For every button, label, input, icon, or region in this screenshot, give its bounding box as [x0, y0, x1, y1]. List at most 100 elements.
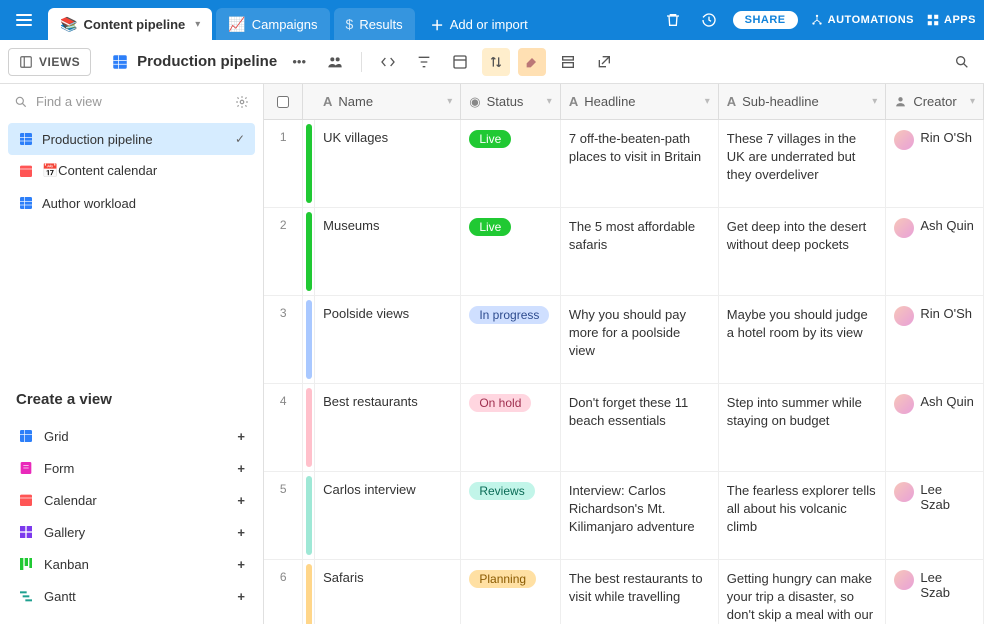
- cell-headline[interactable]: Interview: Carlos Richardson's Mt. Kilim…: [561, 472, 719, 559]
- cell-status[interactable]: Reviews: [461, 472, 561, 559]
- tab-results[interactable]: $ Results: [334, 8, 415, 40]
- cell-headline[interactable]: 7 off-the-beaten-path places to visit in…: [561, 120, 719, 207]
- creator-name: Ash Quin: [920, 394, 973, 409]
- create-kanban-button[interactable]: Kanban+: [16, 548, 247, 580]
- column-status[interactable]: ◉ Status ▾: [461, 84, 561, 119]
- view-title[interactable]: Production pipeline: [111, 53, 277, 71]
- cell-headline[interactable]: The best restaurants to visit while trav…: [561, 560, 719, 624]
- data-grid[interactable]: A Name ▾ ◉ Status ▾ A Headline ▾ A Sub-h…: [264, 84, 984, 624]
- history-icon: [701, 12, 717, 28]
- cell-status[interactable]: Live: [461, 120, 561, 207]
- cell-status[interactable]: Planning: [461, 560, 561, 624]
- chevron-down-icon[interactable]: ▾: [447, 96, 452, 107]
- cell-creator[interactable]: Ash Quin: [886, 208, 984, 295]
- cell-headline[interactable]: The 5 most affordable safaris: [561, 208, 719, 295]
- cell-name[interactable]: Best restaurants: [315, 384, 461, 471]
- create-grid-button[interactable]: Grid+: [16, 420, 247, 452]
- cell-sub-headline[interactable]: Maybe you should judge a hotel room by i…: [719, 296, 887, 383]
- sidebar-view-production-pipeline[interactable]: Production pipeline ✓: [8, 123, 255, 155]
- row-height-button[interactable]: [554, 48, 582, 76]
- hide-fields-button[interactable]: [374, 48, 402, 76]
- apps-button[interactable]: APPS: [926, 13, 976, 27]
- select-all-checkbox[interactable]: [277, 96, 289, 108]
- tab-campaigns[interactable]: 📈 Campaigns: [216, 8, 329, 40]
- views-button[interactable]: VIEWS: [8, 48, 91, 76]
- cell-name[interactable]: Museums: [315, 208, 461, 295]
- cell-sub-headline[interactable]: The fearless explorer tells all about hi…: [719, 472, 887, 559]
- sort-button[interactable]: [482, 48, 510, 76]
- row-number[interactable]: 2: [264, 208, 303, 295]
- status-badge: Live: [469, 130, 511, 148]
- cell-sub-headline[interactable]: Get deep into the desert without deep po…: [719, 208, 887, 295]
- share-button[interactable]: SHARE: [733, 11, 798, 29]
- cell-name[interactable]: UK villages: [315, 120, 461, 207]
- color-button[interactable]: [518, 48, 546, 76]
- table-row[interactable]: 3Poolside viewsIn progressWhy you should…: [264, 296, 984, 384]
- row-number[interactable]: 6: [264, 560, 303, 624]
- cell-headline[interactable]: Why you should pay more for a poolside v…: [561, 296, 719, 383]
- share-view-button[interactable]: [590, 48, 618, 76]
- create-gallery-button[interactable]: Gallery+: [16, 516, 247, 548]
- search-button[interactable]: [948, 48, 976, 76]
- table-row[interactable]: 1UK villages Live 7 off-the-beaten-path pl…: [264, 120, 984, 208]
- history-button[interactable]: [697, 8, 721, 32]
- cell-name[interactable]: Carlos interview: [315, 472, 461, 559]
- cell-creator[interactable]: Rin O'Sh: [886, 296, 984, 383]
- cell-headline[interactable]: Don't forget these 11 beach essentials: [561, 384, 719, 471]
- chevron-down-icon[interactable]: ▾: [547, 96, 552, 107]
- column-creator[interactable]: Creator ▾: [886, 84, 984, 119]
- chevron-down-icon[interactable]: ▾: [195, 19, 200, 30]
- plus-icon: +: [237, 525, 245, 540]
- cell-name[interactable]: Safaris: [315, 560, 461, 624]
- cell-status[interactable]: Live: [461, 208, 561, 295]
- calendar-icon: [18, 492, 34, 508]
- table-row[interactable]: 6SafarisPlanningThe best restaurants to …: [264, 560, 984, 624]
- table-row[interactable]: 4Best restaurantsOn holdDon't forget the…: [264, 384, 984, 472]
- user-field-icon: [894, 95, 907, 108]
- column-headline[interactable]: A Headline ▾: [561, 84, 719, 119]
- views-label: VIEWS: [39, 55, 80, 69]
- create-form-button[interactable]: Form+: [16, 452, 247, 484]
- cell-status[interactable]: On hold: [461, 384, 561, 471]
- table-row[interactable]: 2MuseumsLiveThe 5 most affordable safari…: [264, 208, 984, 296]
- row-number[interactable]: 4: [264, 384, 303, 471]
- grid-icon: [18, 428, 34, 444]
- cell-sub-headline[interactable]: Step into summer while staying on budget: [719, 384, 887, 471]
- cell-creator[interactable]: Ash Quin: [886, 384, 984, 471]
- cell-status[interactable]: In progress: [461, 296, 561, 383]
- find-view-input[interactable]: [36, 94, 227, 109]
- chevron-down-icon[interactable]: ▾: [872, 96, 877, 107]
- create-calendar-button[interactable]: Calendar+: [16, 484, 247, 516]
- cell-creator[interactable]: Lee Szab: [886, 472, 984, 559]
- column-sub-headline[interactable]: A Sub-headline ▾: [719, 84, 887, 119]
- row-number[interactable]: 1: [264, 120, 303, 207]
- row-number[interactable]: 5: [264, 472, 303, 559]
- gear-icon[interactable]: [235, 95, 249, 109]
- add-or-import-button[interactable]: ＋ Add or import: [419, 8, 540, 40]
- sidebar-view-content-calendar[interactable]: 📅Content calendar: [8, 155, 255, 187]
- table-row[interactable]: 5Carlos interview Reviews Interview: Carlo…: [264, 472, 984, 560]
- sidebar-view-author-workload[interactable]: Author workload: [8, 187, 255, 219]
- status-badge: Reviews: [469, 482, 534, 500]
- chevron-down-icon[interactable]: ▾: [970, 96, 975, 107]
- cell-creator[interactable]: Lee Szab: [886, 560, 984, 624]
- create-gantt-button[interactable]: Gantt+: [16, 580, 247, 612]
- column-name[interactable]: A Name ▾: [315, 84, 461, 119]
- automations-button[interactable]: AUTOMATIONS: [810, 13, 914, 27]
- text-field-icon: A: [569, 94, 578, 109]
- trash-button[interactable]: [661, 8, 685, 32]
- collaborators-button[interactable]: [321, 48, 349, 76]
- books-icon: 📚: [60, 16, 77, 33]
- group-button[interactable]: [446, 48, 474, 76]
- cell-creator[interactable]: Rin O'Sh: [886, 120, 984, 207]
- more-options-button[interactable]: •••: [285, 48, 313, 76]
- chevron-down-icon[interactable]: ▾: [705, 96, 710, 107]
- select-all-column[interactable]: [264, 84, 303, 119]
- tab-content-pipeline[interactable]: 📚 Content pipeline ▾: [48, 8, 212, 40]
- menu-button[interactable]: [8, 4, 40, 36]
- filter-button[interactable]: [410, 48, 438, 76]
- row-number[interactable]: 3: [264, 296, 303, 383]
- cell-sub-headline[interactable]: These 7 villages in the UK are underrate…: [719, 120, 887, 207]
- cell-name[interactable]: Poolside views: [315, 296, 461, 383]
- cell-sub-headline[interactable]: Getting hungry can make your trip a disa…: [719, 560, 887, 624]
